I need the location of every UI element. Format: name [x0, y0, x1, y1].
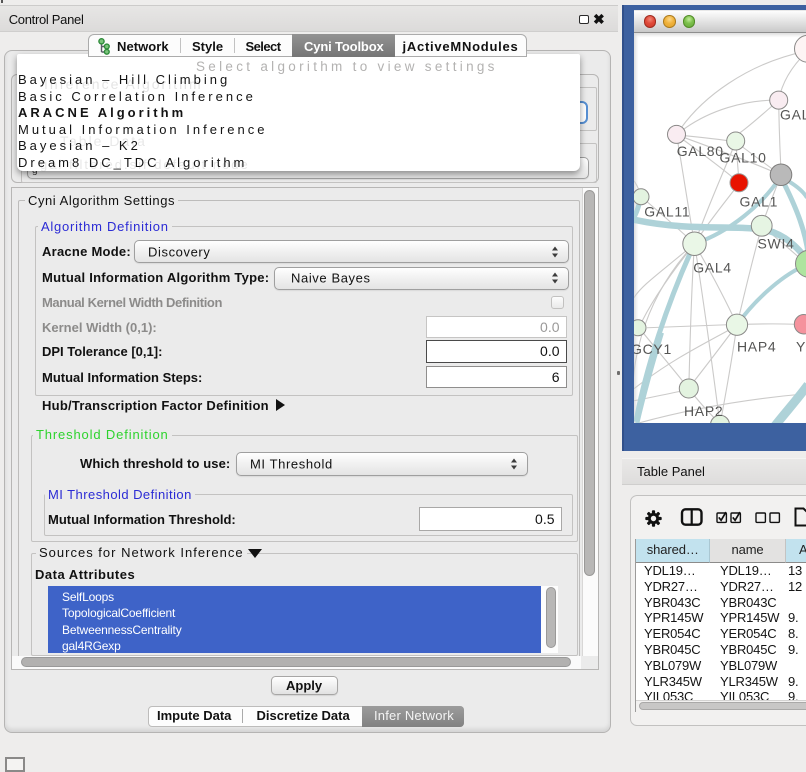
- svg-text:GAL11: GAL11: [644, 203, 690, 219]
- svg-text:Y: Y: [796, 338, 806, 354]
- svg-text:GAL1: GAL1: [740, 193, 779, 209]
- svg-text:GAL7: GAL7: [780, 106, 806, 122]
- svg-text:GAL4: GAL4: [693, 259, 732, 275]
- svg-text:HAP4: HAP4: [737, 338, 776, 354]
- svg-text:GCY1: GCY1: [634, 340, 672, 356]
- svg-text:GAL10: GAL10: [720, 149, 767, 165]
- svg-text:HAP2: HAP2: [684, 402, 723, 418]
- svg-text:GAL80: GAL80: [677, 142, 724, 158]
- svg-text:SWI4: SWI4: [758, 235, 795, 251]
